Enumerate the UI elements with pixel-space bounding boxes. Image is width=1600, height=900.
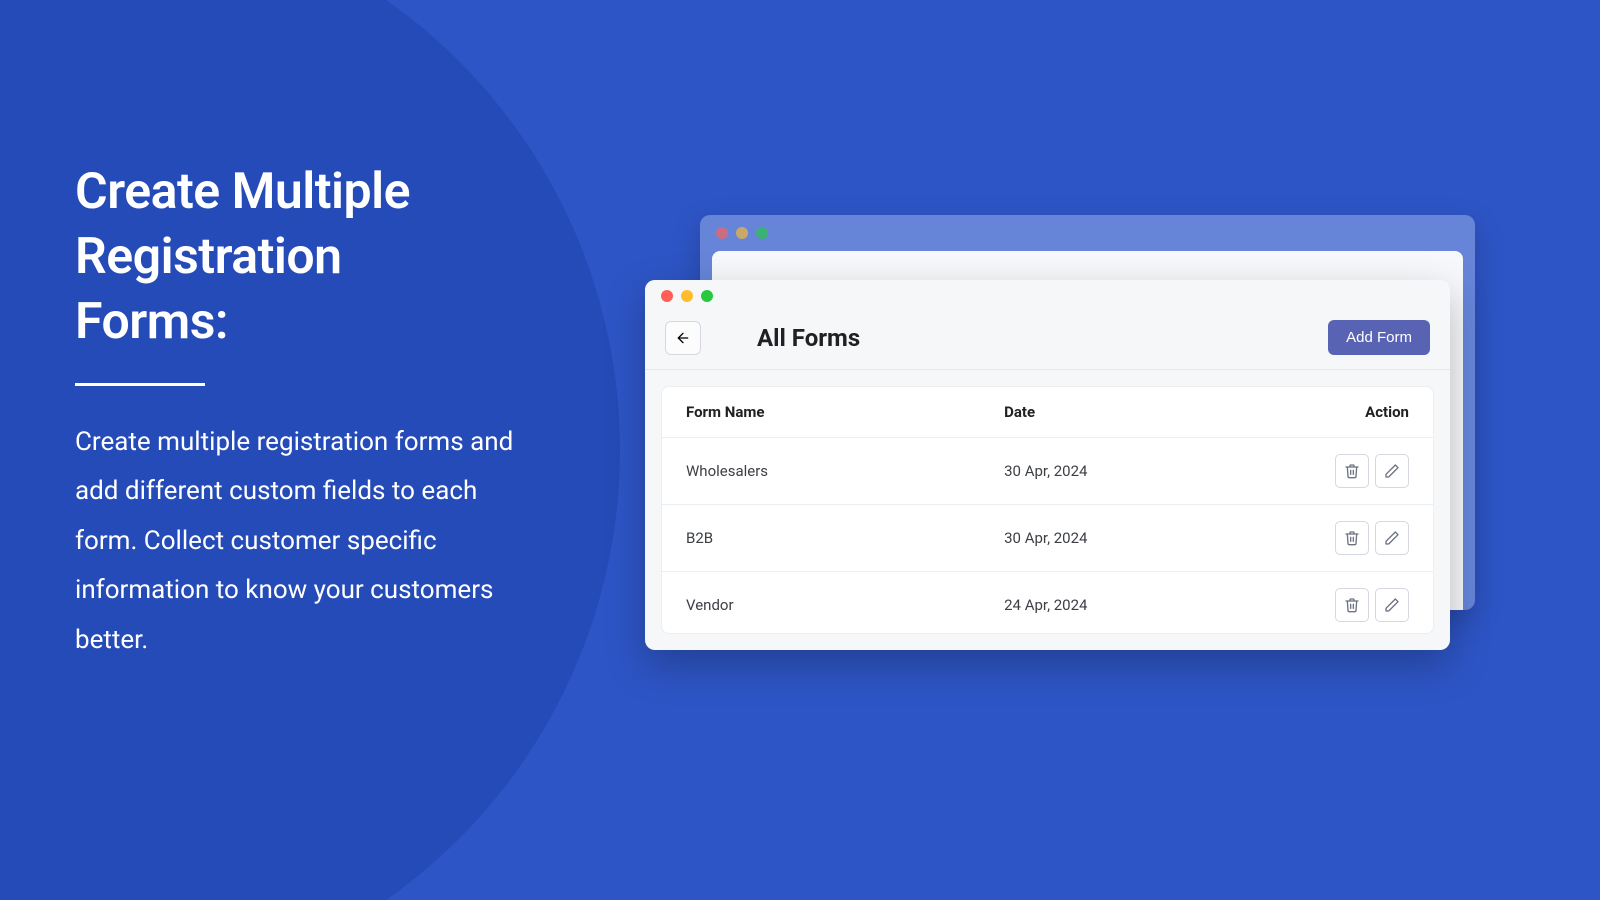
cell-date: 30 Apr, 2024 [1004, 529, 1264, 547]
maximize-icon[interactable] [701, 290, 713, 302]
column-header-action: Action [1264, 403, 1409, 421]
edit-button[interactable] [1375, 521, 1409, 555]
table-header-row: Form Name Date Action [662, 387, 1433, 438]
headline-line: Forms: [75, 293, 228, 351]
cell-actions [1264, 454, 1409, 488]
cell-name: Wholesalers [686, 462, 1004, 480]
hero-text-block: Create Multiple Registration Forms: Crea… [75, 160, 545, 665]
window-traffic-lights [645, 280, 1450, 312]
headline-line: Create Multiple [75, 163, 410, 221]
table-row: B2B 30 Apr, 2024 [662, 505, 1433, 572]
back-button[interactable] [665, 321, 701, 355]
edit-button[interactable] [1375, 588, 1409, 622]
add-form-button[interactable]: Add Form [1328, 320, 1430, 355]
close-icon [716, 227, 728, 239]
promo-canvas: Create Multiple Registration Forms: Crea… [0, 0, 1600, 900]
edit-button[interactable] [1375, 454, 1409, 488]
maximize-icon [756, 227, 768, 239]
trash-icon [1344, 597, 1360, 613]
pencil-icon [1384, 597, 1400, 613]
minimize-icon[interactable] [681, 290, 693, 302]
close-icon[interactable] [661, 290, 673, 302]
cell-actions [1264, 521, 1409, 555]
trash-icon [1344, 530, 1360, 546]
table-row: Vendor 24 Apr, 2024 [662, 572, 1433, 634]
hero-description: Create multiple registration forms and a… [75, 418, 545, 665]
headline-line: Registration [75, 228, 342, 286]
cell-date: 24 Apr, 2024 [1004, 596, 1264, 614]
cell-name: Vendor [686, 596, 1004, 614]
delete-button[interactable] [1335, 588, 1369, 622]
cell-name: B2B [686, 529, 1004, 547]
foreground-window: All Forms Add Form Form Name Date Action… [645, 280, 1450, 650]
trash-icon [1344, 463, 1360, 479]
arrow-left-icon [675, 330, 691, 346]
pencil-icon [1384, 530, 1400, 546]
cell-actions [1264, 588, 1409, 622]
delete-button[interactable] [1335, 521, 1369, 555]
table-row: Wholesalers 30 Apr, 2024 [662, 438, 1433, 505]
hero-headline: Create Multiple Registration Forms: [75, 160, 545, 355]
window-traffic-lights [700, 215, 1475, 251]
column-header-name: Form Name [686, 403, 1004, 421]
pencil-icon [1384, 463, 1400, 479]
column-header-date: Date [1004, 403, 1264, 421]
page-title: All Forms [757, 324, 860, 352]
page-header: All Forms Add Form [645, 312, 1450, 370]
delete-button[interactable] [1335, 454, 1369, 488]
cell-date: 30 Apr, 2024 [1004, 462, 1264, 480]
forms-table: Form Name Date Action Wholesalers 30 Apr… [661, 386, 1434, 634]
headline-divider [75, 383, 205, 386]
minimize-icon [736, 227, 748, 239]
